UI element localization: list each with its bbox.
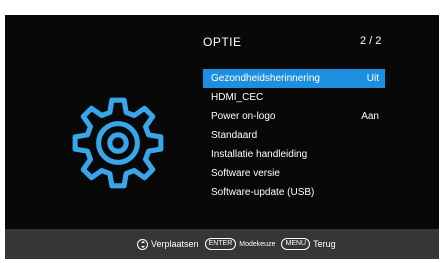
menu-item-installation-guide[interactable]: Installatie handleiding — [203, 145, 385, 164]
menu-item-software-update[interactable]: Software-update (USB) — [203, 183, 385, 202]
menu-item-value: Uit — [366, 73, 379, 84]
menu-item-health-reminder[interactable]: Gezondheidsherinnering Uit — [203, 69, 385, 88]
menu-item-hdmi-cec[interactable]: HDMI_CEC — [203, 88, 385, 107]
menu-item-software-version[interactable]: Software versie — [203, 164, 385, 183]
menu-item-label: Power on-logo — [211, 111, 276, 122]
menu-item-label: HDMI_CEC — [211, 92, 264, 103]
menu-item-power-on-logo[interactable]: Power on-logo Aan — [203, 107, 385, 126]
menu-item-label: Software-update (USB) — [211, 187, 315, 198]
menu-item-label: Standaard — [211, 130, 258, 141]
back-hint: Terug — [313, 239, 336, 249]
menu-item-label: Gezondheidsherinnering — [211, 73, 320, 84]
footer-help-bar: Verplaatsen ENTER Modekeuze MENU Terug — [5, 229, 439, 259]
menu-item-label: Installatie handleiding — [211, 149, 308, 160]
move-hint: Verplaatsen — [151, 239, 199, 249]
page-indicator: 2 / 2 — [360, 35, 382, 47]
options-menu: Gezondheidsherinnering Uit HDMI_CEC Powe… — [203, 69, 385, 202]
menu-key-icon: MENU — [281, 238, 311, 250]
enter-hint: Modekeuze — [239, 240, 276, 248]
gear-icon — [72, 97, 164, 189]
menu-title: OPTIE — [203, 35, 242, 49]
menu-item-label: Software versie — [211, 168, 280, 179]
menu-item-value: Aan — [361, 111, 379, 122]
up-down-arrows-icon — [137, 238, 148, 250]
enter-key-icon: ENTER — [204, 238, 237, 250]
menu-item-default[interactable]: Standaard — [203, 126, 385, 145]
tv-menu-screen: OPTIE 2 / 2 Gezondheidsherinnering Uit H… — [5, 15, 439, 259]
